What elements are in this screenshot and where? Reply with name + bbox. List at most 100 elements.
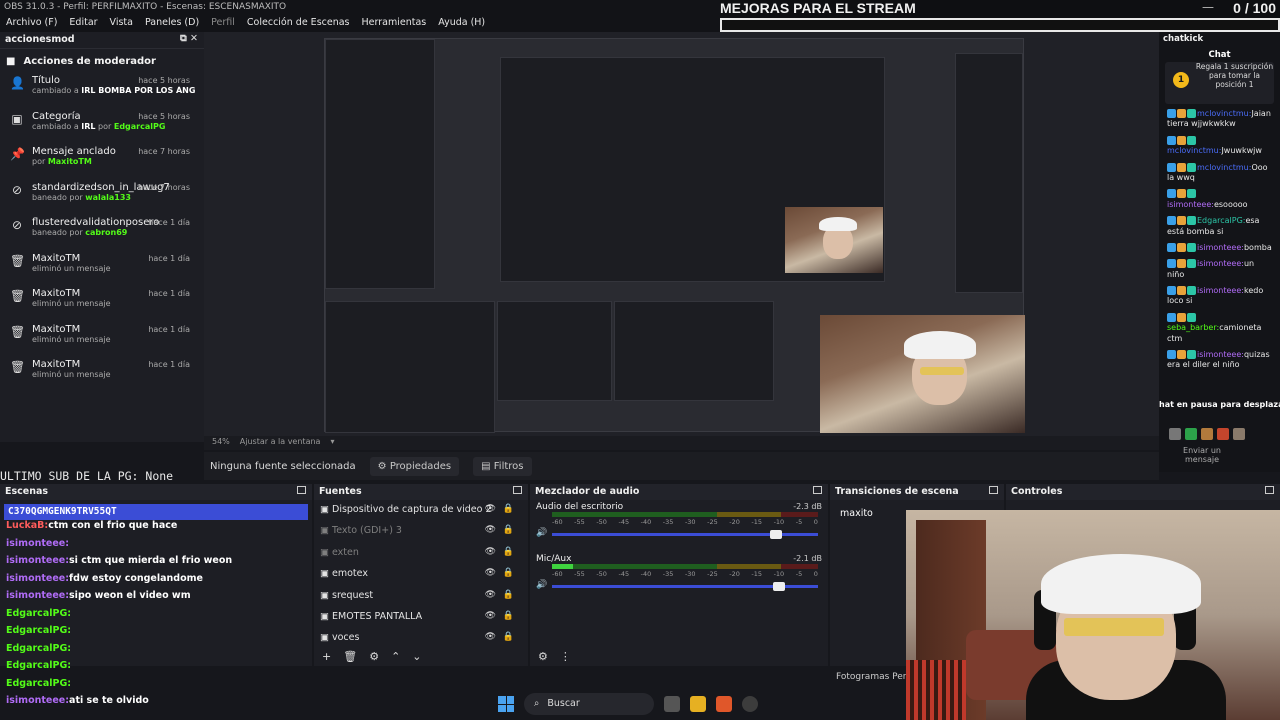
source-item[interactable]: ▣ exten 👁 🔒 xyxy=(314,543,528,564)
popout-icon[interactable] xyxy=(813,486,822,494)
lock-icon[interactable]: 🔒 xyxy=(503,611,514,621)
mod-action-row[interactable]: 👤 Título hace 5 horas cambiado a IRL BOMBA … xyxy=(0,73,204,109)
zoom-level[interactable]: 54% xyxy=(212,437,230,449)
eye-icon[interactable]: 👁 xyxy=(485,611,496,621)
badge-icon xyxy=(1177,135,1186,145)
arrow-down-icon[interactable]: ⌄ xyxy=(412,650,421,664)
volume-meter xyxy=(552,512,818,517)
fit-window-label[interactable]: Ajustar a la ventana xyxy=(240,437,321,449)
mod-action-row[interactable]: ▣ Categoría hace 5 horas cambiado a IRL por… xyxy=(0,109,204,145)
obs-icon[interactable] xyxy=(742,696,758,712)
chat-message[interactable]: mclovinctmu:Ooo la wwq xyxy=(1159,160,1280,187)
chat-username[interactable]: mclovinctmu: xyxy=(1197,163,1251,172)
lock-icon[interactable]: 🔒 xyxy=(503,568,514,578)
volume-slider[interactable] xyxy=(552,582,818,591)
windows-start-icon[interactable] xyxy=(498,696,514,712)
gear-icon[interactable]: ⚙ xyxy=(369,650,379,664)
speaker-icon[interactable]: 🔊 xyxy=(536,580,547,590)
chat-message[interactable]: isimonteee:esooooo xyxy=(1159,186,1280,213)
chat-username[interactable]: isimonteee: xyxy=(1197,286,1244,295)
slider-knob[interactable] xyxy=(772,582,785,591)
source-item[interactable]: ▣ Dispositivo de captura de video 2 👁 🔒 xyxy=(314,500,528,521)
chat-message[interactable]: isimonteee:kedo loco si xyxy=(1159,283,1280,310)
emote-icon[interactable] xyxy=(1233,428,1245,440)
source-item[interactable]: ▣ Texto (GDI+) 3 👁 🔒 xyxy=(314,521,528,542)
chat-username[interactable]: mclovinctmu: xyxy=(1197,109,1251,118)
volume-slider[interactable] xyxy=(552,530,818,539)
eye-icon[interactable]: 👁 xyxy=(485,632,496,642)
emote-icon[interactable] xyxy=(1201,428,1213,440)
task-view-icon[interactable] xyxy=(664,696,680,712)
popout-icon[interactable] xyxy=(989,486,998,494)
chat-username[interactable]: isimonteee: xyxy=(1197,350,1244,359)
arrow-up-icon[interactable]: ⌃ xyxy=(391,650,400,664)
menu-scene-collection[interactable]: Colección de Escenas xyxy=(241,16,356,32)
menu-view[interactable]: Vista xyxy=(104,16,139,32)
popout-icon[interactable] xyxy=(1265,486,1274,494)
chat-message[interactable]: EdgarcalPG:esa está bomba si xyxy=(1159,213,1280,240)
menu-edit[interactable]: Editar xyxy=(63,16,103,32)
menu-file[interactable]: Archivo (F) xyxy=(0,16,63,32)
chat-username[interactable]: EdgarcalPG: xyxy=(1197,216,1245,225)
eye-icon[interactable]: 👁 xyxy=(485,525,496,535)
trash-icon[interactable]: 🗑 xyxy=(343,650,357,664)
taskbar-search[interactable]: ⌕ Buscar xyxy=(524,693,654,715)
lock-icon[interactable]: 🔒 xyxy=(503,590,514,600)
eye-icon[interactable]: 👁 xyxy=(485,590,496,600)
file-explorer-icon[interactable] xyxy=(690,696,706,712)
eye-icon[interactable]: 👁 xyxy=(485,547,496,557)
popout-icon[interactable] xyxy=(513,486,522,494)
mod-action-row[interactable]: 🗑 MaxitoTM hace 1 día eliminó un mensaje xyxy=(0,357,204,393)
chat-username[interactable]: mclovinctmu: xyxy=(1167,146,1221,155)
eye-icon[interactable]: 👁 xyxy=(485,504,496,514)
chat-username[interactable]: seba_barber: xyxy=(1167,323,1219,332)
lock-icon[interactable]: 🔒 xyxy=(503,547,514,557)
emote-icon[interactable] xyxy=(1169,428,1181,440)
chat-username[interactable]: isimonteee: xyxy=(1197,259,1244,268)
minimize-icon[interactable]: — xyxy=(1202,0,1214,14)
menu-docks[interactable]: Paneles (D) xyxy=(139,16,205,32)
emote-icon[interactable] xyxy=(1217,428,1229,440)
popout-icon[interactable] xyxy=(297,486,306,494)
scene-selected[interactable]: C370QGMGENK9TRV55QT xyxy=(4,504,308,520)
source-item[interactable]: ▣ emotex 👁 🔒 xyxy=(314,564,528,585)
chat-input[interactable]: Enviar un mensaje xyxy=(1177,446,1227,464)
lock-icon[interactable]: 🔒 xyxy=(503,504,514,514)
menu-tools[interactable]: Herramientas xyxy=(356,16,433,32)
chat-paused-notice[interactable]: hat en pausa para desplazamie xyxy=(1159,400,1280,409)
gear-icon[interactable]: ⚙ xyxy=(538,650,548,664)
menu-help[interactable]: Ayuda (H) xyxy=(432,16,491,32)
chat-message[interactable]: isimonteee:bomba xyxy=(1159,240,1280,256)
emote-icon[interactable] xyxy=(1185,428,1197,440)
menu-profile[interactable]: Perfil xyxy=(205,16,241,32)
chat-message[interactable]: seba_barber:camioneta ctm xyxy=(1159,310,1280,347)
source-item[interactable]: ▣ srequest 👁 🔒 xyxy=(314,586,528,607)
source-item[interactable]: ▣ EMOTES PANTALLA 👁 🔒 xyxy=(314,607,528,628)
chat-message[interactable]: mclovinctmu:Jaian tierra wjjwkwkkw xyxy=(1159,106,1280,133)
mod-action-row[interactable]: 📌 Mensaje anclado hace 7 horas por MaxitoTM xyxy=(0,144,204,180)
brave-browser-icon[interactable] xyxy=(716,696,732,712)
more-icon[interactable]: ⋮ xyxy=(560,650,571,664)
chat-message[interactable]: mclovinctmu:Jwuwkwjw xyxy=(1159,133,1280,160)
speaker-icon[interactable]: 🔊 xyxy=(536,528,547,538)
filters-button[interactable]: ▤ Filtros xyxy=(473,456,532,476)
mod-action-row[interactable]: 🗑 MaxitoTM hace 1 día eliminó un mensaje xyxy=(0,322,204,358)
lock-icon[interactable]: 🔒 xyxy=(503,525,514,535)
chevron-down-icon[interactable]: ▾ xyxy=(330,437,334,449)
mod-action-row[interactable]: 🗑 MaxitoTM hace 1 día eliminó un mensaje xyxy=(0,286,204,322)
lock-icon[interactable]: 🔒 xyxy=(503,632,514,642)
dock-controls[interactable]: ⧉ ✕ xyxy=(180,33,198,44)
source-item[interactable]: ▣ voces 👁 🔒 xyxy=(314,628,528,649)
eye-icon[interactable]: 👁 xyxy=(485,568,496,578)
mod-action-row[interactable]: ⊘ standardizedson_in_lawug7 hace 7 horas ba… xyxy=(0,180,204,216)
chat-username[interactable]: isimonteee: xyxy=(1197,243,1244,252)
properties-button[interactable]: ⚙ Propiedades xyxy=(369,456,460,476)
add-icon[interactable]: + xyxy=(322,650,331,664)
pinned-gift-banner[interactable]: 1 Regala 1 suscripción para tomar la pos… xyxy=(1165,62,1274,104)
chat-username[interactable]: isimonteee: xyxy=(1167,200,1214,209)
chat-message[interactable]: isimonteee:un niño xyxy=(1159,256,1280,283)
mod-action-row[interactable]: ⊘ flusteredvalidationposero hace 1 día bane… xyxy=(0,215,204,251)
chat-message[interactable]: isimonteee:quizas era el diler el niño xyxy=(1159,347,1280,374)
slider-knob[interactable] xyxy=(770,530,783,539)
mod-action-row[interactable]: 🗑 MaxitoTM hace 1 día eliminó un mensaje xyxy=(0,251,204,287)
